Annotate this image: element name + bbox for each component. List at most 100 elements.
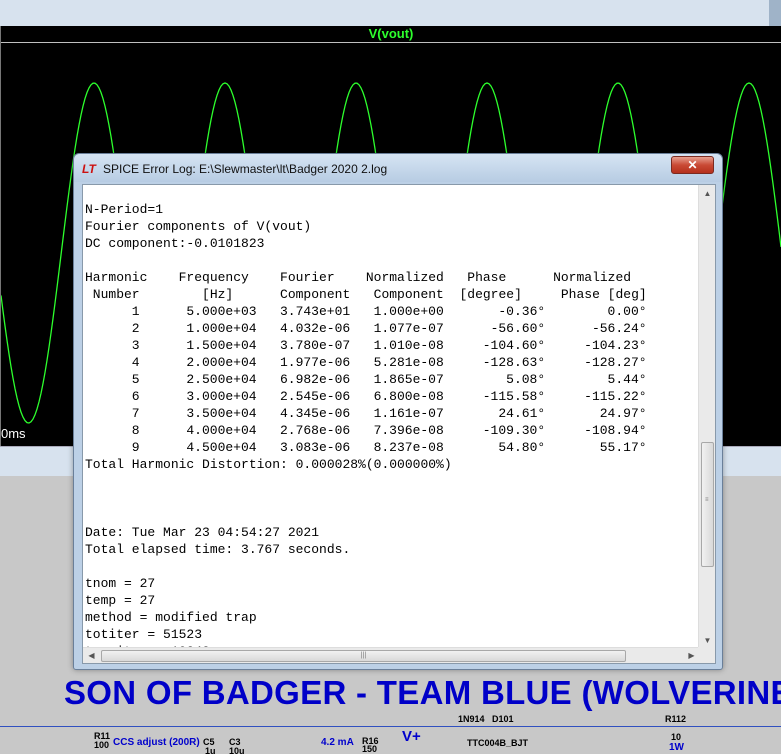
trace-label-vout[interactable]: V(vout) (1, 26, 781, 42)
fourier-cell: 2.545e-06 (279, 389, 351, 404)
label-current: 4.2 mA (321, 737, 354, 748)
label-d101: D101 (492, 714, 514, 724)
fourier-column-header: Harmonic Frequency Fourier Normalized Ph… (85, 270, 632, 285)
fourier-table-row: 8 4.000e+04 2.768e-06 7.396e-08 -109.30° -108… (85, 422, 705, 439)
vertical-scrollbar[interactable]: ▲ ≡ ▼ (698, 185, 715, 649)
log-blank-line (85, 473, 705, 490)
fourier-cell: 3 (131, 338, 140, 353)
fourier-cell: 54.80° (498, 440, 546, 455)
label-bjt: TTC004B_BJT (467, 738, 529, 748)
fourier-table-row: 4 2.000e+04 1.977e-06 5.281e-08 -128.63° -128… (85, 354, 705, 371)
fourier-cell: 1.010e-08 (373, 338, 444, 353)
window-titlebar[interactable]: LT SPICE Error Log: E:\Slewmaster\lt\Bad… (74, 154, 722, 182)
label-r112-value: 10 (671, 732, 682, 742)
label-diode-part: 1N914 (458, 714, 485, 724)
close-button[interactable]: ✕ (671, 156, 714, 174)
horizontal-scrollbar[interactable]: ◀ ||| ▶ (83, 647, 700, 663)
fourier-cell: 1.977e-06 (279, 355, 351, 370)
fourier-cell: -109.30° (482, 423, 546, 438)
fourier-cell: -128.63° (482, 355, 546, 370)
horizontal-scroll-thumb[interactable]: ||| (101, 650, 626, 662)
fourier-cell: 1.865e-07 (373, 372, 444, 387)
fourier-cell: 1 (131, 304, 140, 319)
fourier-cell: 4.345e-06 (279, 406, 351, 421)
log-footer-line: totiter = 51523 (85, 627, 203, 642)
schematic-title: SON OF BADGER - TEAM BLUE (WOLVERINE- (64, 674, 781, 711)
fourier-table-row: 1 5.000e+03 3.743e+01 1.000e+00 -0.36° 0.00° (85, 303, 705, 320)
fourier-cell: 1.077e-07 (373, 321, 444, 336)
log-footer-line: tnom = 27 (85, 576, 156, 591)
schematic-wire (0, 726, 781, 727)
fourier-cell: 1.000e+00 (373, 304, 444, 319)
fourier-cell: -115.22° (584, 389, 647, 404)
log-footer-line: temp = 27 (85, 593, 156, 608)
fourier-cell: 2.000e+04 (186, 355, 257, 370)
log-content: N-Period=1 Fourier components of V(vout) D… (85, 201, 705, 649)
fourier-cell: 7.396e-08 (373, 423, 444, 438)
fourier-cell: 8 (131, 423, 140, 438)
spice-error-log-window[interactable]: LT SPICE Error Log: E:\Slewmaster\lt\Bad… (73, 153, 723, 670)
fourier-cell: 4.000e+04 (186, 423, 257, 438)
vertical-scroll-thumb[interactable]: ≡ (701, 442, 714, 567)
log-footer-line: method = modified trap (85, 610, 257, 625)
fourier-table-row: 3 1.500e+04 3.780e-07 1.010e-08 -104.60° -104… (85, 337, 705, 354)
fourier-cell: 6 (131, 389, 140, 404)
label-power-rating: 1W (669, 742, 684, 753)
log-header-line: Fourier components of V(vout) (85, 219, 312, 234)
log-footer-line (85, 558, 705, 575)
fourier-table-row: 7 3.500e+04 4.345e-06 1.161e-07 24.61° 24.97° (85, 405, 705, 422)
fourier-column-header: Number [Hz] Component Component [degree]… (85, 287, 647, 302)
scroll-up-arrow-icon[interactable]: ▲ (699, 185, 716, 202)
fourier-cell: -56.24° (591, 321, 647, 336)
fourier-cell: 4.032e-06 (279, 321, 351, 336)
log-blank-line (85, 490, 705, 507)
ltspice-workspace: V(vout) 0ms SON OF BADGER - TEAM BLUE (W… (0, 0, 781, 754)
thd-line: Total Harmonic Distortion: 0.000028%(0.0… (85, 457, 452, 472)
fourier-cell: 3.500e+04 (186, 406, 257, 421)
fourier-cell: 4 (131, 355, 140, 370)
fourier-table-row: 2 1.000e+04 4.032e-06 1.077e-07 -56.60° -56.2… (85, 320, 705, 337)
label-ccs-adjust: CCS adjust (200R) (113, 737, 200, 748)
fourier-cell: 3.083e-06 (279, 440, 351, 455)
fourier-cell: 8.237e-08 (373, 440, 444, 455)
log-blank-line (85, 507, 705, 524)
fourier-cell: 55.17° (599, 440, 647, 455)
fourier-cell: 5.08° (506, 372, 546, 387)
x-axis-tick-label: 0ms (1, 426, 26, 441)
fourier-cell: 24.61° (498, 406, 546, 421)
log-header-line: N-Period=1 (85, 202, 164, 217)
fourier-cell: 3.000e+04 (186, 389, 257, 404)
label-r11-value: 100 (94, 740, 110, 750)
fourier-cell: 7 (131, 406, 140, 421)
fourier-cell: 1.000e+04 (186, 321, 257, 336)
fourier-cell: 0.00° (607, 304, 647, 319)
fourier-cell: 5.000e+03 (186, 304, 257, 319)
fourier-cell: 5 (131, 372, 140, 387)
label-r16-value: 150 (362, 744, 378, 754)
fourier-cell: 5.44° (607, 372, 647, 387)
scroll-left-arrow-icon[interactable]: ◀ (83, 648, 100, 664)
fourier-cell: 2.500e+04 (186, 372, 257, 387)
fourier-cell: 9 (131, 440, 140, 455)
fourier-cell: 3.780e-07 (279, 338, 351, 353)
background-window-edge (769, 0, 781, 26)
scrollbar-corner (698, 647, 715, 663)
fourier-cell: 6.800e-08 (373, 389, 444, 404)
fourier-cell: 1.500e+04 (186, 338, 257, 353)
log-text-area[interactable]: N-Period=1 Fourier components of V(vout) D… (82, 184, 716, 664)
fourier-cell: 2.768e-06 (279, 423, 351, 438)
fourier-cell: 6.982e-06 (279, 372, 351, 387)
fourier-cell: 5.281e-08 (373, 355, 444, 370)
fourier-table-row: 6 3.000e+04 2.545e-06 6.800e-08 -115.58° -115… (85, 388, 705, 405)
fourier-cell: -0.36° (498, 304, 546, 319)
fourier-table-row: 9 4.500e+04 3.083e-06 8.237e-08 54.80° 55.17° (85, 439, 705, 456)
label-r112: R112 (665, 714, 687, 724)
ltspice-logo-icon: LT (82, 162, 96, 176)
label-vplus: V+ (402, 728, 421, 745)
fourier-cell: -128.27° (584, 355, 647, 370)
fourier-cell: 2 (131, 321, 140, 336)
label-c5-value: 1u (205, 746, 216, 754)
log-footer-line: Total elapsed time: 3.767 seconds. (85, 542, 351, 557)
fourier-cell: 1.161e-07 (373, 406, 444, 421)
fourier-cell: -115.58° (482, 389, 546, 404)
